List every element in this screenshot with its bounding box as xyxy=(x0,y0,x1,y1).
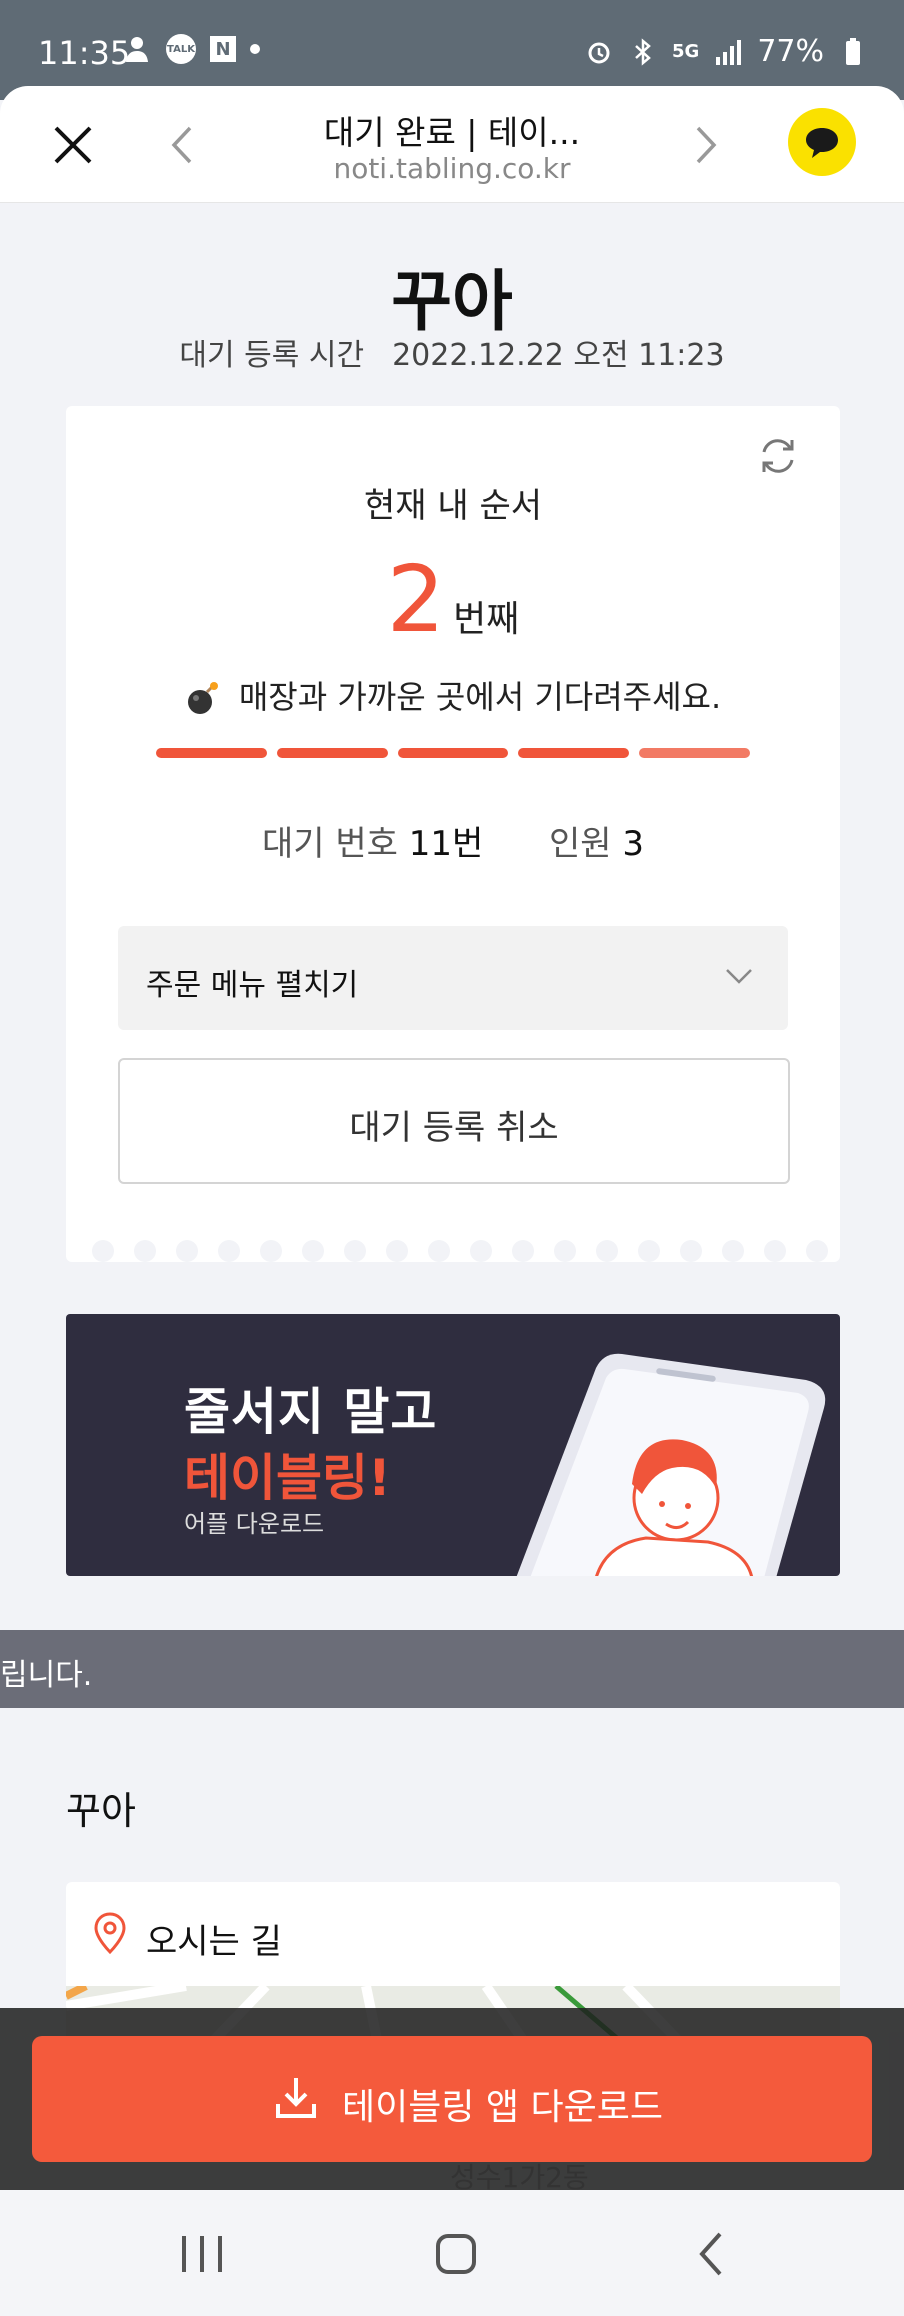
app-download-button[interactable]: 테이블링 앱 다운로드 xyxy=(32,2036,872,2162)
refresh-button[interactable] xyxy=(756,434,800,478)
home-icon xyxy=(436,2234,476,2274)
speech-bubble-icon xyxy=(806,128,838,158)
system-nav-bar xyxy=(0,2190,904,2316)
signal-icon xyxy=(713,37,743,67)
cancel-registration-button[interactable]: 대기 등록 취소 xyxy=(118,1058,790,1184)
order-menu-toggle[interactable]: 주문 메뉴 펼치기 xyxy=(118,926,788,1030)
forward-button[interactable] xyxy=(686,120,726,170)
people-value: 3 xyxy=(622,824,644,864)
wait-number-value: 11번 xyxy=(408,824,484,864)
bluetooth-icon xyxy=(628,37,658,67)
progress-segment xyxy=(639,748,750,758)
queue-info: 대기 번호 11번 인원 3 xyxy=(66,816,840,865)
system-back-button[interactable] xyxy=(680,2230,740,2278)
kakao-share-button[interactable] xyxy=(788,108,856,176)
queue-progress-bar xyxy=(156,748,750,758)
location-section-title: 꾸아 xyxy=(66,1789,136,1833)
progress-segment xyxy=(276,748,388,758)
page-url: noti.tabling.co.kr xyxy=(333,152,571,185)
banner-line2: 테이블링! xyxy=(184,1449,391,1507)
registration-time-label: 대기 등록 시간 xyxy=(179,338,365,373)
location-pin-icon xyxy=(94,1912,126,1954)
people-label: 인원 xyxy=(548,824,612,864)
status-left-icons: TALK N xyxy=(122,34,260,64)
bomb-icon xyxy=(185,681,221,717)
download-icon xyxy=(276,2078,316,2118)
person-icon xyxy=(122,34,152,64)
notice-marquee: 립니다. xyxy=(0,1630,904,1708)
ticket-perforation xyxy=(92,1240,828,1262)
notice-text: 립니다. xyxy=(0,1658,93,1693)
battery-icon xyxy=(838,37,868,67)
app-download-label: 테이블링 앱 다운로드 xyxy=(342,2087,663,2128)
wait-number-label: 대기 번호 xyxy=(262,824,398,864)
recent-apps-icon xyxy=(182,2236,222,2272)
home-button[interactable] xyxy=(426,2230,486,2278)
chevron-right-icon xyxy=(696,126,717,164)
n-app-icon: N xyxy=(210,36,236,62)
notification-dot-icon xyxy=(250,44,260,54)
progress-segment xyxy=(156,748,267,758)
progress-segment xyxy=(397,748,509,758)
directions-header: 오시는 길 xyxy=(66,1882,840,1987)
page-title: 대기 완료 | 테이... xyxy=(323,113,581,152)
browser-header: 대기 완료 | 테이... noti.tabling.co.kr xyxy=(0,86,904,203)
network-type: 5G xyxy=(672,41,700,62)
wait-message-text: 매장과 가까운 곳에서 기다려주세요. xyxy=(238,678,722,716)
app-download-banner[interactable]: 줄서지 말고 테이블링! 어플 다운로드 xyxy=(66,1314,840,1576)
order-number: 2 xyxy=(386,546,446,653)
queue-card: 현재 내 순서 2 번째 매장과 가까운 곳에서 기다려주세요. 대기 번호 11… xyxy=(66,406,840,1262)
phone-character-illustration xyxy=(516,1353,826,1576)
registration-time: 대기 등록 시간 2022.12.22 오전 11:23 xyxy=(0,330,904,374)
my-order-label: 현재 내 순서 xyxy=(363,486,542,526)
order-unit: 번째 xyxy=(453,599,520,640)
status-bar: 11:35 TALK N 5G 77% xyxy=(0,0,904,100)
registration-time-value: 2022.12.22 오전 11:23 xyxy=(392,338,725,373)
directions-label: 오시는 길 xyxy=(146,1922,282,1962)
refresh-icon xyxy=(762,439,794,473)
talk-icon: TALK xyxy=(166,34,196,64)
battery-percent: 77% xyxy=(757,34,824,69)
recent-apps-button[interactable] xyxy=(172,2230,232,2278)
alarm-icon xyxy=(584,37,614,67)
banner-line3: 어플 다운로드 xyxy=(184,1510,325,1538)
banner-line1: 줄서지 말고 xyxy=(184,1383,438,1441)
status-right-icons: 5G 77% xyxy=(584,34,868,69)
order-menu-label: 주문 메뉴 펼치기 xyxy=(146,968,359,1003)
cancel-registration-label: 대기 등록 취소 xyxy=(349,1108,559,1148)
progress-segment xyxy=(518,748,630,758)
status-time: 11:35 xyxy=(38,34,131,72)
back-arrow-icon xyxy=(699,2232,722,2276)
order-position: 2 번째 xyxy=(66,546,840,653)
chevron-down-icon xyxy=(726,969,752,984)
wait-message: 매장과 가까운 곳에서 기다려주세요. xyxy=(66,672,840,718)
